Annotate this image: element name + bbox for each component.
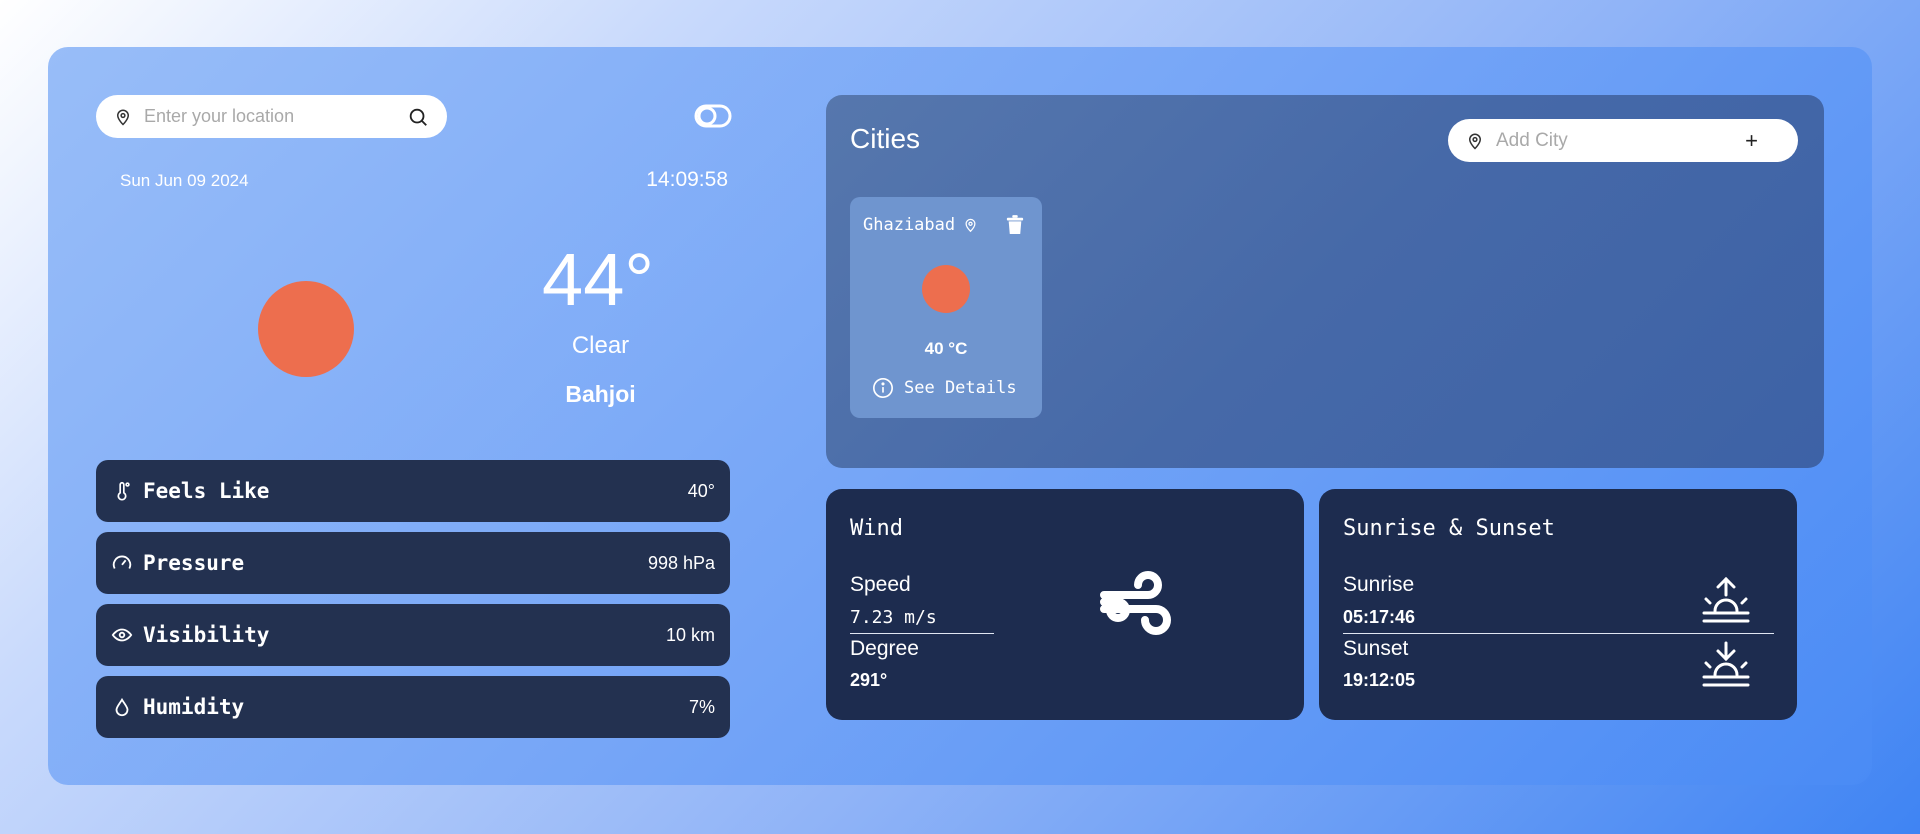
divider: [850, 633, 994, 634]
wind-degree-label: Degree: [850, 637, 919, 660]
wind-degree-value: 291°: [850, 670, 888, 690]
stat-label: Visibility: [143, 623, 270, 647]
location-pin-icon: [116, 109, 130, 126]
eye-icon: [111, 628, 133, 642]
thermometer-icon: [117, 481, 130, 501]
add-city-input[interactable]: [1496, 129, 1746, 152]
stat-label: Humidity: [143, 695, 245, 719]
city-card-temperature: 40 °C: [924, 339, 968, 358]
current-time: 14:09:58: [646, 168, 728, 191]
sun-title: Sunrise & Sunset: [1343, 516, 1555, 541]
location-search-input[interactable]: [144, 106, 407, 127]
current-temperature: 44°: [542, 238, 654, 321]
stat-label: Pressure: [143, 551, 245, 575]
stat-humidity: Humidity 7%: [96, 676, 730, 738]
divider: [1343, 633, 1774, 634]
wind-panel: Wind Speed 7.23 m/s Degree 291°: [826, 489, 1304, 720]
wind-icon: [1100, 571, 1171, 635]
stat-value: 998 hPa: [647, 552, 715, 573]
wind-speed-label: Speed: [850, 573, 911, 596]
current-city: Bahjoi: [565, 381, 636, 407]
sunset-value: 19:12:05: [1343, 670, 1416, 690]
stat-value: 40°: [687, 480, 715, 501]
weather-app: Sun Jun 09 2024 14:09:58 44° Clear Bahjo…: [48, 47, 1872, 785]
see-details-label: See Details: [904, 378, 1017, 398]
sunset-label: Sunset: [1343, 637, 1409, 660]
cities-title: Cities: [850, 123, 921, 154]
stat-feels-like: Feels Like 40°: [96, 460, 730, 522]
see-details-button[interactable]: See Details: [872, 377, 1017, 399]
search-icon[interactable]: [407, 106, 429, 128]
weather-condition: Clear: [571, 332, 630, 359]
wind-speed-value: 7.23 m/s: [850, 607, 937, 628]
info-icon: [873, 378, 893, 398]
theme-toggle[interactable]: [694, 104, 732, 128]
gauge-icon: [112, 555, 132, 569]
location-pin-icon: [965, 218, 976, 233]
city-card[interactable]: Ghaziabad 40 °C See Details: [850, 197, 1042, 418]
droplet-icon: [115, 697, 129, 717]
sunrise-label: Sunrise: [1343, 573, 1415, 596]
add-city-bar: +: [1448, 119, 1798, 162]
sun-icon: [922, 265, 970, 313]
sun-icon: [258, 281, 354, 377]
wind-title: Wind: [850, 516, 903, 541]
location-search-bar: [96, 95, 447, 138]
sunrise-value: 05:17:46: [1343, 607, 1416, 627]
location-pin-icon: [1468, 133, 1482, 150]
stat-label: Feels Like: [143, 479, 270, 503]
trash-icon[interactable]: [1006, 215, 1024, 235]
stat-value: 10 km: [665, 624, 715, 645]
sunrise-icon: [1702, 577, 1750, 623]
stat-pressure: Pressure 998 hPa: [96, 532, 730, 594]
add-city-button[interactable]: +: [1745, 128, 1758, 154]
city-card-name: Ghaziabad: [863, 215, 956, 235]
cities-panel: Cities + Ghaziabad 40 °C See Details: [826, 95, 1824, 468]
sunset-icon: [1702, 641, 1750, 687]
current-date: Sun Jun 09 2024: [120, 171, 249, 190]
stat-value: 7%: [688, 696, 715, 717]
sunrise-sunset-panel: Sunrise & Sunset Sunrise 05:17:46 Sunset…: [1319, 489, 1797, 720]
stat-visibility: Visibility 10 km: [96, 604, 730, 666]
